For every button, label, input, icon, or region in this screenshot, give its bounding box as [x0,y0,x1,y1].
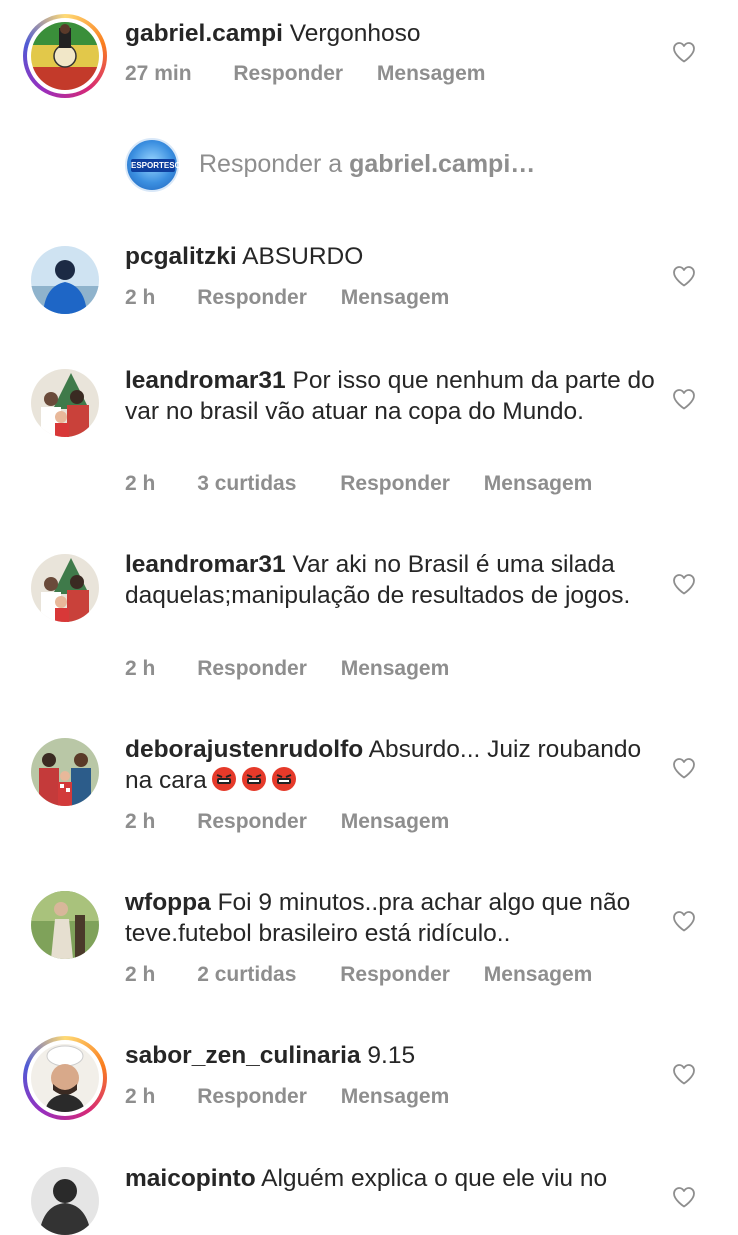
reply-button[interactable]: Responder [197,1085,307,1108]
comment-text: gabriel.campi Vergonhoso [125,18,655,49]
heart-icon[interactable] [672,388,696,410]
message-button[interactable]: Mensagem [341,810,450,833]
comment-username[interactable]: leandromar31 [125,551,286,578]
message-button[interactable]: Mensagem [377,62,486,85]
comment-body: 9.15 [367,1042,416,1069]
reply-prompt-prefix: Responder a [199,150,343,178]
message-button[interactable]: Mensagem [484,472,593,495]
comment-body: Vergonhoso [289,20,421,47]
comment-time: 2 h [125,810,156,833]
comment-body: ABSURDO [242,243,364,270]
reply-button[interactable]: Responder [197,657,307,680]
message-button[interactable]: Mensagem [341,657,450,680]
heart-icon[interactable] [672,265,696,287]
reply-button[interactable]: Responder [233,62,343,85]
comment-username[interactable]: leandromar31 [125,367,286,394]
message-button[interactable]: Mensagem [341,1085,450,1108]
reply-prompt-target: gabriel.campi… [349,150,536,178]
comment-meta: 2 h Responder Mensagem [125,657,477,681]
likes-count[interactable]: 3 curtidas [197,472,296,495]
angry-face-emoji-icon [241,767,266,791]
reply-button[interactable]: Responder [197,810,307,833]
comment-username[interactable]: pcgalitzki [125,243,237,270]
comment-time: 2 h [125,963,156,986]
heart-icon[interactable] [672,1063,696,1085]
reply-button[interactable]: Responder [197,286,307,309]
comment-text: leandromar31 Por isso que nenhum da part… [125,365,655,427]
avatar[interactable] [23,1036,107,1120]
reply-prompt-text[interactable]: Responder a gabriel.campi… [199,150,535,179]
heart-icon[interactable] [672,41,696,63]
comment-meta: 2 h Responder Mensagem [125,286,477,310]
likes-count[interactable]: 2 curtidas [197,963,296,986]
comment-username[interactable]: sabor_zen_culinaria [125,1042,361,1069]
comment-text: pcgalitzki ABSURDO [125,241,655,272]
comment-username[interactable]: wfoppa [125,889,211,916]
avatar[interactable] [31,554,99,622]
comment-username[interactable]: gabriel.campi [125,20,283,47]
reply-button[interactable]: Responder [340,963,450,986]
avatar[interactable] [31,891,99,959]
comment-text: wfoppa Foi 9 minutos..pra achar algo que… [125,887,655,949]
avatar-logo-text: ESPORTESC [131,159,181,172]
angry-face-emoji-icon [211,767,236,791]
heart-icon[interactable] [672,910,696,932]
comment-meta: 2 h 3 curtidas Responder Mensagem [125,472,620,496]
comment-username[interactable]: deborajustenrudolfo [125,736,363,763]
comment-time: 2 h [125,472,156,495]
comment-text: leandromar31 Var aki no Brasil é uma sil… [125,549,655,611]
reply-button[interactable]: Responder [340,472,450,495]
comment-time: 2 h [125,1085,156,1108]
comment-text: sabor_zen_culinaria 9.15 [125,1040,655,1071]
comment-meta: 2 h 2 curtidas Responder Mensagem [125,963,620,987]
comment-text: deborajustenrudolfo Absurdo... Juiz roub… [125,734,655,796]
comment-username[interactable]: maicopinto [125,1165,256,1192]
avatar: ESPORTESC [125,138,181,192]
heart-icon[interactable] [672,573,696,595]
message-button[interactable]: Mensagem [341,286,450,309]
comment-time: 27 min [125,62,192,85]
angry-face-emoji-icon [271,767,296,791]
avatar[interactable] [31,738,99,806]
avatar[interactable] [31,369,99,437]
comment-body: Alguém explica o que ele viu no [261,1165,608,1192]
comment-time: 2 h [125,286,156,309]
avatar[interactable] [31,1167,99,1235]
heart-icon[interactable] [672,1186,696,1208]
avatar[interactable] [23,14,107,98]
comment-text: maicopinto Alguém explica o que ele viu … [125,1163,655,1194]
avatar[interactable] [31,246,99,314]
heart-icon[interactable] [672,757,696,779]
message-button[interactable]: Mensagem [484,963,593,986]
comment-meta: 2 h Responder Mensagem [125,1085,477,1109]
comment-meta: 2 h Responder Mensagem [125,810,477,834]
comment-time: 2 h [125,657,156,680]
comment-meta: 27 min Responder Mensagem [125,62,513,86]
